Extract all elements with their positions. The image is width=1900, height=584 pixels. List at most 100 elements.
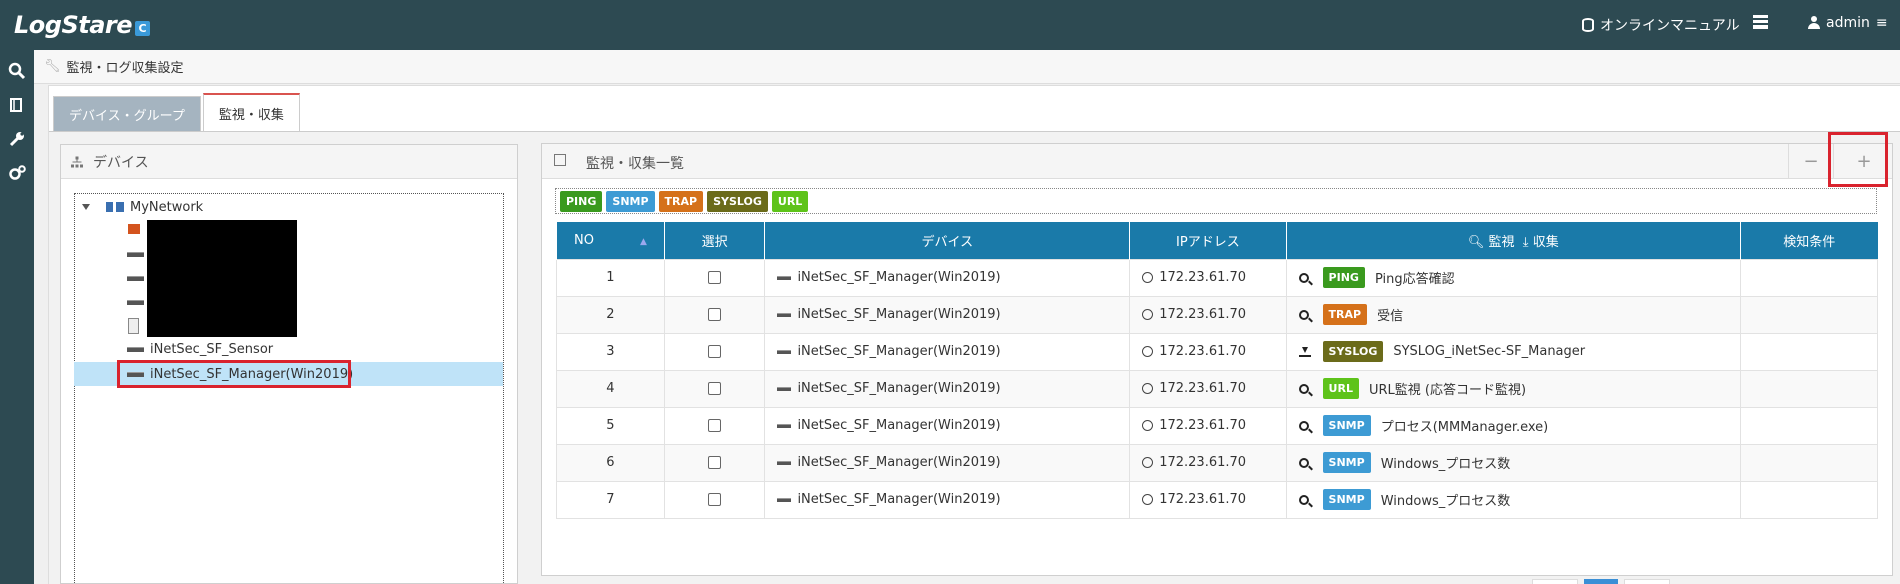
row-item-name[interactable]: プロセス(MMManager.exe) (1381, 416, 1549, 435)
row-item-cell: PING Ping応答確認 (1285, 258, 1742, 297)
row-device: iNetSec_SF_Manager(Win2019) (797, 344, 1001, 359)
legend-tag-trap: TRAP (658, 190, 704, 212)
list-menu-button[interactable] (1753, 15, 1768, 29)
list-panel-title: 監視・収集一覧 (586, 156, 684, 172)
row-item-name[interactable]: Windows_プロセス数 (1381, 490, 1511, 509)
row-no: 3 (556, 332, 665, 371)
device-icon (777, 275, 792, 280)
row-ip-cell: 172.23.61.70 (1129, 295, 1287, 334)
table-header-row: NO ▲ 選択 デバイス IPアドレス 🔍︎ 監視 ⤓ 収集 検知条件 (556, 222, 1878, 259)
col-condition: 検知条件 (1740, 222, 1878, 259)
row-device-cell: iNetSec_SF_Manager(Win2019) (764, 332, 1131, 371)
row-ip: 172.23.61.70 (1159, 307, 1247, 322)
breadcrumb: 🔧︎ 監視・ログ収集設定 (34, 50, 1900, 84)
database-icon (1582, 18, 1594, 32)
row-ip: 172.23.61.70 (1159, 455, 1247, 470)
row-device: iNetSec_SF_Manager(Win2019) (797, 492, 1001, 507)
row-device-cell: iNetSec_SF_Manager(Win2019) (764, 406, 1131, 445)
app-logo[interactable]: LogStare C (14, 9, 151, 41)
row-ip-cell: 172.23.61.70 (1129, 480, 1287, 519)
row-item-name[interactable]: URL監視 (応答コード監視) (1369, 379, 1526, 398)
device-icon (777, 349, 792, 354)
row-type-tag: SNMP (1322, 489, 1371, 510)
row-checkbox[interactable] (708, 271, 722, 284)
globe-icon (1142, 309, 1154, 320)
network-icon (106, 202, 124, 212)
row-ip-cell: 172.23.61.70 (1129, 406, 1287, 445)
tree-item-sensor[interactable]: iNetSec_SF_Sensor (127, 339, 273, 359)
row-item-name[interactable]: SYSLOG_iNetSec-SF_Manager (1393, 344, 1585, 359)
tree-device[interactable] (127, 292, 144, 312)
row-condition (1740, 406, 1878, 445)
row-device-cell: iNetSec_SF_Manager(Win2019) (764, 369, 1131, 408)
tab-device-group[interactable]: デバイス・グループ (53, 96, 201, 132)
col-ip[interactable]: IPアドレス (1129, 222, 1287, 259)
page-1-button[interactable]: 1 (1584, 579, 1618, 584)
search-icon[interactable] (1298, 383, 1309, 394)
tree-root[interactable]: MyNetwork (82, 197, 203, 217)
table-row[interactable]: 4 iNetSec_SF_Manager(Win2019) 172.23.61.70… (556, 369, 1878, 408)
col-no[interactable]: NO ▲ (556, 222, 665, 259)
device-icon (777, 312, 792, 317)
gears-icon[interactable] (8, 164, 26, 182)
row-ip: 172.23.61.70 (1159, 270, 1247, 285)
tab-monitor-collect[interactable]: 監視・収集 (202, 93, 300, 132)
row-condition (1740, 258, 1878, 297)
row-no: 5 (556, 406, 665, 445)
globe-icon (1142, 420, 1154, 431)
table-row[interactable]: 7 iNetSec_SF_Manager(Win2019) 172.23.61.70… (556, 480, 1878, 519)
table-row[interactable]: 2 iNetSec_SF_Manager(Win2019) 172.23.61.70… (556, 295, 1878, 334)
remove-button[interactable]: − (1788, 144, 1833, 179)
row-type-tag: SNMP (1322, 452, 1371, 473)
row-checkbox[interactable] (708, 308, 722, 321)
collapse-icon[interactable] (82, 204, 90, 210)
row-condition (1740, 295, 1878, 334)
table-row[interactable]: 3 iNetSec_SF_Manager(Win2019) 172.23.61.70… (556, 332, 1878, 371)
row-device: iNetSec_SF_Manager(Win2019) (797, 307, 1001, 322)
search-icon[interactable] (8, 62, 26, 80)
search-icon[interactable] (1298, 457, 1309, 468)
search-icon[interactable] (1298, 494, 1309, 505)
row-item-name[interactable]: 受信 (1377, 305, 1403, 324)
row-item-name[interactable]: Ping応答確認 (1375, 268, 1455, 287)
user-menu[interactable]: admin ≡ (1808, 15, 1888, 31)
tree-device-alert[interactable] (128, 219, 140, 239)
row-checkbox[interactable] (708, 493, 722, 506)
table-row[interactable]: 1 iNetSec_SF_Manager(Win2019) 172.23.61.70… (556, 258, 1878, 297)
search-icon[interactable] (1298, 420, 1309, 431)
device-icon (127, 299, 144, 305)
device-icon (127, 346, 144, 352)
next-page-button[interactable]: 次へ (1624, 579, 1670, 584)
row-ip-cell: 172.23.61.70 (1129, 369, 1287, 408)
menu-icon: ≡ (1875, 15, 1888, 31)
row-select-cell (663, 258, 766, 297)
download-icon[interactable] (1298, 346, 1311, 357)
col-device[interactable]: デバイス (764, 222, 1130, 259)
server-icon (128, 318, 139, 334)
device-panel-header: デバイス (61, 145, 517, 179)
row-checkbox[interactable] (708, 382, 722, 395)
row-checkbox[interactable] (708, 456, 722, 469)
prev-page-button[interactable]: 前へ (1532, 579, 1578, 584)
search-icon[interactable] (1298, 272, 1309, 283)
search-icon[interactable] (1298, 309, 1309, 320)
legend-tag-ping: PING (560, 190, 603, 212)
redacted-area (147, 220, 297, 337)
row-checkbox[interactable] (708, 345, 722, 358)
device-panel-title: デバイス (93, 154, 149, 171)
wrench-icon[interactable] (8, 130, 26, 148)
tree-device-server[interactable] (128, 316, 139, 336)
download-icon: ⤓ (1522, 234, 1529, 250)
book-icon[interactable] (8, 96, 26, 114)
online-manual-link[interactable]: オンラインマニュアル (1582, 15, 1740, 35)
table-row[interactable]: 5 iNetSec_SF_Manager(Win2019) 172.23.61.70… (556, 406, 1878, 445)
col-monitor-collect: 🔍︎ 監視 ⤓ 収集 (1285, 222, 1741, 259)
tree-item-label: iNetSec_SF_Sensor (150, 341, 274, 357)
tree-device[interactable] (127, 244, 144, 264)
row-checkbox[interactable] (708, 419, 722, 432)
legend-tag-url: URL (771, 190, 809, 212)
row-ip: 172.23.61.70 (1159, 418, 1247, 433)
table-row[interactable]: 6 iNetSec_SF_Manager(Win2019) 172.23.61.70… (556, 443, 1878, 482)
tree-device[interactable] (127, 268, 144, 288)
row-item-name[interactable]: Windows_プロセス数 (1381, 453, 1511, 472)
